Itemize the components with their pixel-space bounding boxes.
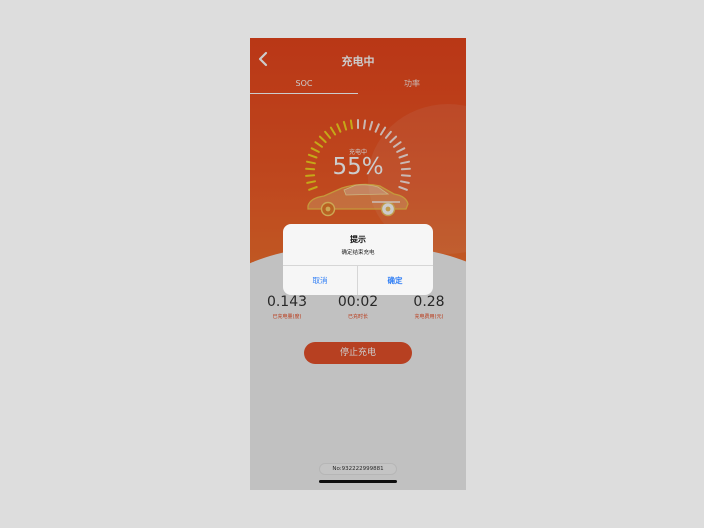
confirm-button[interactable]: 确定 [358, 266, 432, 295]
confirm-dialog: 提示 确定结束充电 取消 确定 [283, 224, 433, 295]
dialog-message: 确定结束充电 [341, 250, 375, 256]
dialog-title: 提示 [350, 235, 366, 244]
cancel-button[interactable]: 取消 [283, 266, 357, 295]
phone-screen: 充电中 SOC 功率 充电中 55% 0.143 已充电量(度) 00:02 已… [250, 38, 466, 490]
